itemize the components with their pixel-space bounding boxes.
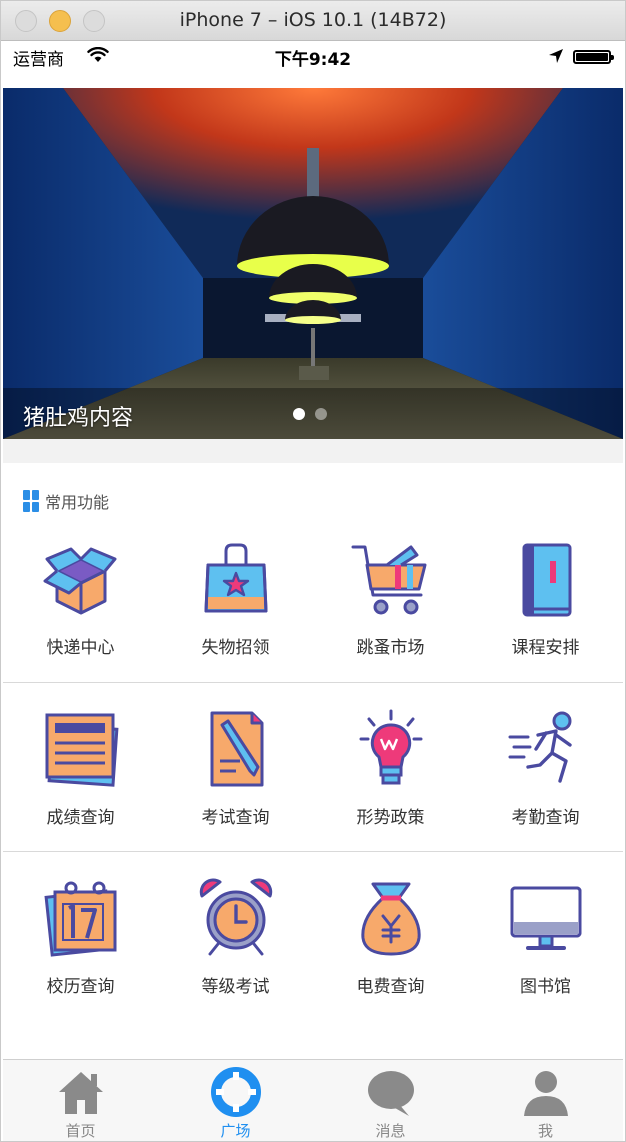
lifebuoy-icon bbox=[210, 1067, 261, 1117]
banner-image bbox=[3, 88, 623, 439]
home-icon bbox=[58, 1072, 103, 1114]
location-arrow-icon bbox=[549, 49, 563, 63]
feature-level-exam[interactable]: 等级考试 bbox=[158, 852, 313, 1019]
feature-lost-and-found[interactable]: 失物招领 bbox=[158, 513, 313, 681]
feature-row-1: 快递中心 失物招领 跳蚤市场 课程安排 bbox=[3, 513, 623, 681]
shopping-cart-icon bbox=[351, 545, 426, 615]
running-person-icon bbox=[508, 711, 572, 783]
tab-bar: 首页 广场 消息 我 bbox=[3, 1059, 623, 1141]
feature-label: 考试查询 bbox=[201, 808, 270, 828]
tab-home[interactable]: 首页 bbox=[3, 1060, 158, 1141]
section-header: 常用功能 bbox=[23, 489, 109, 513]
banner-carousel[interactable]: 猪肚鸡内容 bbox=[3, 88, 623, 439]
page-dot-2[interactable] bbox=[315, 408, 327, 420]
content-spacer bbox=[3, 1021, 623, 1059]
feature-label: 成绩查询 bbox=[46, 808, 115, 828]
chat-bubble-icon bbox=[367, 1071, 414, 1116]
tab-messages[interactable]: 消息 bbox=[313, 1060, 468, 1141]
feature-label: 等级考试 bbox=[201, 977, 270, 997]
monitor-icon bbox=[510, 886, 581, 950]
feature-exam-query[interactable]: 考试查询 bbox=[158, 683, 313, 850]
status-time: 下午9:42 bbox=[274, 50, 352, 70]
simulator-window: iPhone 7 – iOS 10.1 (14B72) 运营商 下午9:42 猪… bbox=[0, 0, 626, 1142]
tab-label: 广场 bbox=[220, 1122, 251, 1140]
tab-label: 消息 bbox=[375, 1122, 406, 1140]
feature-course-schedule[interactable]: 课程安排 bbox=[468, 513, 623, 681]
tab-label: 我 bbox=[537, 1122, 553, 1140]
tab-me[interactable]: 我 bbox=[468, 1060, 623, 1141]
feature-row-3: 校历查询 等级考试 电费查询 图书馆 bbox=[3, 851, 623, 1019]
shopping-bag-icon bbox=[204, 543, 267, 613]
feature-label: 形势政策 bbox=[356, 808, 425, 828]
carousel-page-indicator[interactable] bbox=[293, 408, 327, 420]
report-sheet-icon bbox=[45, 713, 118, 787]
feature-label: 校历查询 bbox=[46, 977, 115, 997]
feature-label: 电费查询 bbox=[356, 977, 425, 997]
feature-label: 考勤查询 bbox=[511, 808, 580, 828]
lightbulb-icon bbox=[359, 709, 422, 785]
feature-label: 跳蚤市场 bbox=[356, 638, 425, 658]
feature-express-center[interactable]: 快递中心 bbox=[3, 513, 158, 681]
battery-icon bbox=[573, 50, 614, 64]
feature-label: 课程安排 bbox=[511, 638, 580, 658]
feature-flea-market[interactable]: 跳蚤市场 bbox=[313, 513, 468, 681]
feature-library[interactable]: 图书馆 bbox=[468, 852, 623, 1019]
feature-label: 图书馆 bbox=[520, 977, 571, 997]
feature-label: 失物招领 bbox=[201, 638, 270, 658]
book-icon bbox=[522, 543, 571, 617]
package-box-icon bbox=[43, 547, 116, 615]
section-title: 常用功能 bbox=[45, 493, 110, 512]
feature-school-calendar[interactable]: 校历查询 bbox=[3, 852, 158, 1019]
feature-label: 快递中心 bbox=[46, 638, 115, 658]
feature-electricity-bill[interactable]: 电费查询 bbox=[313, 852, 468, 1019]
user-icon bbox=[523, 1071, 568, 1116]
page-dot-1[interactable] bbox=[293, 408, 305, 420]
calendar-icon bbox=[43, 881, 116, 957]
navigation-bar bbox=[1, 71, 625, 88]
section-spacer bbox=[3, 439, 623, 463]
tab-plaza[interactable]: 广场 bbox=[158, 1060, 313, 1141]
exam-paper-pen-icon bbox=[210, 711, 263, 787]
feature-row-2: 成绩查询 考试查询 形势政策 考勤查询 bbox=[3, 682, 623, 850]
money-bag-icon bbox=[360, 882, 421, 956]
window-titlebar: iPhone 7 – iOS 10.1 (14B72) bbox=[1, 1, 625, 41]
feature-current-policy[interactable]: 形势政策 bbox=[313, 683, 468, 850]
window-title: iPhone 7 – iOS 10.1 (14B72) bbox=[179, 9, 447, 31]
grid-icon bbox=[23, 490, 39, 512]
feature-attendance-query[interactable]: 考勤查询 bbox=[468, 683, 623, 850]
tab-label: 首页 bbox=[65, 1122, 96, 1140]
ios-status-bar: 运营商 下午9:42 bbox=[1, 41, 625, 71]
feature-grade-query[interactable]: 成绩查询 bbox=[3, 683, 158, 850]
alarm-clock-icon bbox=[199, 878, 272, 956]
banner-caption: 猪肚鸡内容 bbox=[23, 406, 134, 431]
